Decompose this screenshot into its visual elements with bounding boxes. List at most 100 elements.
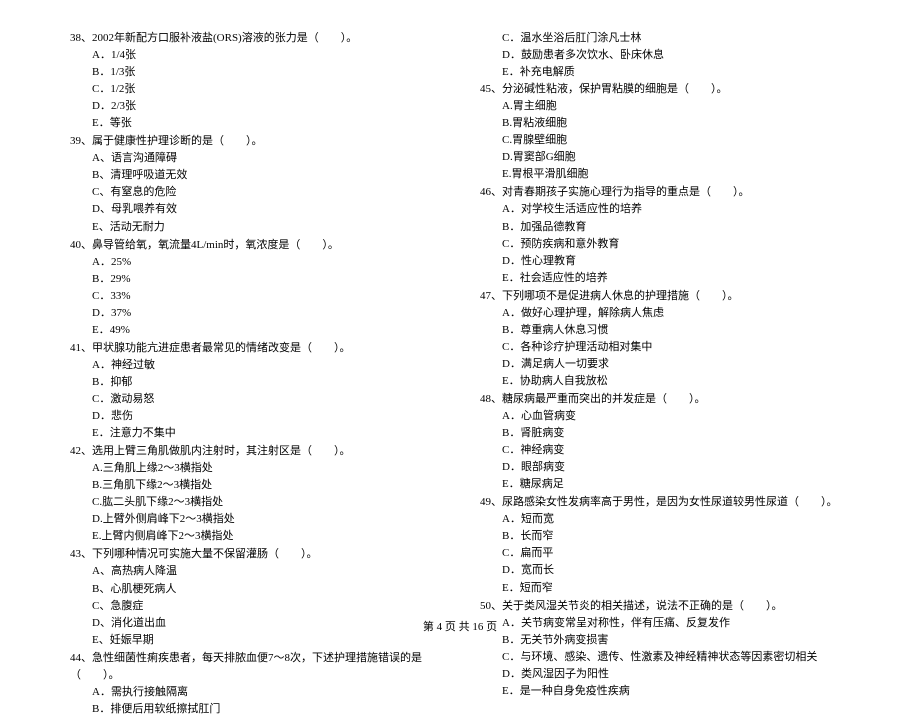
- page-container: 38、2002年新配方口服补液盐(ORS)溶液的张力是（ ）。 A．1/4张 B…: [70, 30, 850, 610]
- option: B．29%: [92, 271, 440, 288]
- q-text: 38、2002年新配方口服补液盐(ORS)溶液的张力是（ ）。: [70, 32, 357, 44]
- question-block: 45、分泌碱性粘液，保护胃粘膜的细胞是（ ）。 A.胃主细胞 B.胃粘液细胞 C…: [480, 81, 850, 183]
- option: D.胃窦部G细胞: [502, 149, 850, 166]
- q-text: 44、急性细菌性痢疾患者，每天排脓血便7～8次，下述护理措施错误的是（ ）。: [70, 652, 422, 681]
- options: A.三角肌上缘2～3横指处 B.三角肌下缘2～3横指处 C.肱二头肌下缘2～3横…: [92, 460, 440, 545]
- options: A．心血管病变 B．肾脏病变 C．神经病变 D．眼部病变 E．糖尿病足: [502, 408, 850, 493]
- question-block: 47、下列哪项不是促进病人休息的护理措施（ ）。 A．做好心理护理，解除病人焦虑…: [480, 288, 850, 390]
- option: D．宽而长: [502, 562, 850, 579]
- option: C．预防疾病和意外教育: [502, 236, 850, 253]
- option: C．与环境、感染、遗传、性激素及神经精神状态等因素密切相关: [502, 649, 850, 666]
- question-block: 40、鼻导管给氧，氧流量4L/min时，氧浓度是（ ）。 A．25% B．29%…: [70, 237, 440, 339]
- options: A、语言沟通障碍 B、清理呼吸道无效 C、有窒息的危险 D、母乳喂养有效 E、活…: [92, 150, 440, 235]
- options: A．1/4张 B．1/3张 C．1/2张 D．2/3张 E．等张: [92, 47, 440, 132]
- option: C、有窒息的危险: [92, 184, 440, 201]
- option: B.三角肌下缘2～3横指处: [92, 477, 440, 494]
- right-column: C．温水坐浴后肛门涂凡士林 D．鼓励患者多次饮水、卧床休息 E．补充电解质 45…: [480, 30, 850, 610]
- option: B．肾脏病变: [502, 425, 850, 442]
- option: A．神经过敏: [92, 357, 440, 374]
- question-block: 42、选用上臂三角肌做肌内注射时，其注射区是（ ）。 A.三角肌上缘2～3横指处…: [70, 443, 440, 545]
- option: E．补充电解质: [502, 64, 850, 81]
- options: A、高热病人降温 B、心肌梗死病人 C、急腹症 D、消化道出血 E、妊娠早期: [92, 563, 440, 648]
- question-block: 48、糖尿病最严重而突出的并发症是（ ）。 A．心血管病变 B．肾脏病变 C．神…: [480, 391, 850, 493]
- q-text: 46、对青春期孩子实施心理行为指导的重点是（ ）。: [480, 186, 750, 198]
- options: A．短而宽 B．长而窄 C．扁而平 D．宽而长 E．短而窄: [502, 511, 850, 596]
- option: E、活动无耐力: [92, 219, 440, 236]
- options-continued: C．温水坐浴后肛门涂凡士林 D．鼓励患者多次饮水、卧床休息 E．补充电解质: [502, 30, 850, 81]
- option: E．是一种自身免疫性疾病: [502, 683, 850, 700]
- option: B．尊重病人休息习惯: [502, 322, 850, 339]
- option: B．长而窄: [502, 528, 850, 545]
- option: D.上臂外侧肩峰下2～3横指处: [92, 511, 440, 528]
- options: A．神经过敏 B．抑郁 C．激动易怒 D．悲伤 E．注意力不集中: [92, 357, 440, 442]
- option: C．1/2张: [92, 81, 440, 98]
- option: C．温水坐浴后肛门涂凡士林: [502, 30, 850, 47]
- option: A．1/4张: [92, 47, 440, 64]
- options: A．需执行接触隔离 B．排便后用软纸擦拭肛门: [92, 684, 440, 718]
- q-text: 40、鼻导管给氧，氧流量4L/min时，氧浓度是（ ）。: [70, 239, 339, 251]
- option: B.胃粘液细胞: [502, 115, 850, 132]
- q-text: 39、属于健康性护理诊断的是（ ）。: [70, 135, 263, 147]
- option: A．心血管病变: [502, 408, 850, 425]
- option: A．对学校生活适应性的培养: [502, 201, 850, 218]
- question-block: 41、甲状腺功能亢进症患者最常见的情绪改变是（ ）。 A．神经过敏 B．抑郁 C…: [70, 340, 440, 442]
- option: E．等张: [92, 115, 440, 132]
- q-text: 47、下列哪项不是促进病人休息的护理措施（ ）。: [480, 290, 739, 302]
- option: A．关节病变常呈对称性，伴有压痛、反复发作: [502, 615, 850, 632]
- option: E．短而窄: [502, 580, 850, 597]
- option: D．眼部病变: [502, 459, 850, 476]
- option: B、清理呼吸道无效: [92, 167, 440, 184]
- option: E.胃根平滑肌细胞: [502, 166, 850, 183]
- option: C、急腹症: [92, 598, 440, 615]
- question-block: 39、属于健康性护理诊断的是（ ）。 A、语言沟通障碍 B、清理呼吸道无效 C、…: [70, 133, 440, 235]
- option: B．排便后用软纸擦拭肛门: [92, 701, 440, 718]
- option: D．类风湿因子为阳性: [502, 666, 850, 683]
- option: A、语言沟通障碍: [92, 150, 440, 167]
- option: E．协助病人自我放松: [502, 373, 850, 390]
- options: A．25% B．29% C．33% D．37% E．49%: [92, 254, 440, 339]
- option: C．神经病变: [502, 442, 850, 459]
- options: A．关节病变常呈对称性，伴有压痛、反复发作 B．无关节外病变损害 C．与环境、感…: [502, 615, 850, 700]
- option: D．37%: [92, 305, 440, 322]
- option: C.胃腺壁细胞: [502, 132, 850, 149]
- question-block: 38、2002年新配方口服补液盐(ORS)溶液的张力是（ ）。 A．1/4张 B…: [70, 30, 440, 132]
- question-block: 49、尿路感染女性发病率高于男性，是因为女性尿道较男性尿道（ ）。 A．短而宽 …: [480, 494, 850, 596]
- q-text: 43、下列哪种情况可实施大量不保留灌肠（ ）。: [70, 548, 318, 560]
- option: B．加强品德教育: [502, 219, 850, 236]
- option: D．性心理教育: [502, 253, 850, 270]
- option: E.上臂内侧肩峰下2～3横指处: [92, 528, 440, 545]
- option: E、妊娠早期: [92, 632, 440, 649]
- options: A.胃主细胞 B.胃粘液细胞 C.胃腺壁细胞 D.胃窦部G细胞 E.胃根平滑肌细…: [502, 98, 850, 183]
- option: A．25%: [92, 254, 440, 271]
- option: C.肱二头肌下缘2～3横指处: [92, 494, 440, 511]
- q-text: 49、尿路感染女性发病率高于男性，是因为女性尿道较男性尿道（ ）。: [480, 496, 838, 508]
- option: D、消化道出血: [92, 615, 440, 632]
- option: D．悲伤: [92, 408, 440, 425]
- option: A．做好心理护理，解除病人焦虑: [502, 305, 850, 322]
- question-block: 44、急性细菌性痢疾患者，每天排脓血便7～8次，下述护理措施错误的是（ ）。 A…: [70, 650, 440, 718]
- option: A．短而宽: [502, 511, 850, 528]
- option: D．满足病人一切要求: [502, 356, 850, 373]
- options: A．对学校生活适应性的培养 B．加强品德教育 C．预防疾病和意外教育 D．性心理…: [502, 201, 850, 286]
- question-block: 43、下列哪种情况可实施大量不保留灌肠（ ）。 A、高热病人降温 B、心肌梗死病…: [70, 546, 440, 648]
- option: C．扁而平: [502, 545, 850, 562]
- question-block: 46、对青春期孩子实施心理行为指导的重点是（ ）。 A．对学校生活适应性的培养 …: [480, 184, 850, 286]
- option: D、母乳喂养有效: [92, 201, 440, 218]
- q-text: 42、选用上臂三角肌做肌内注射时，其注射区是（ ）。: [70, 445, 351, 457]
- option: B．抑郁: [92, 374, 440, 391]
- option: D．鼓励患者多次饮水、卧床休息: [502, 47, 850, 64]
- left-column: 38、2002年新配方口服补液盐(ORS)溶液的张力是（ ）。 A．1/4张 B…: [70, 30, 440, 610]
- option: A．需执行接触隔离: [92, 684, 440, 701]
- options: A．做好心理护理，解除病人焦虑 B．尊重病人休息习惯 C．各种诊疗护理活动相对集…: [502, 305, 850, 390]
- option: C．激动易怒: [92, 391, 440, 408]
- option: A.胃主细胞: [502, 98, 850, 115]
- option: C．33%: [92, 288, 440, 305]
- option: E．社会适应性的培养: [502, 270, 850, 287]
- option: E．49%: [92, 322, 440, 339]
- option: E．注意力不集中: [92, 425, 440, 442]
- option: D．2/3张: [92, 98, 440, 115]
- option: B．无关节外病变损害: [502, 632, 850, 649]
- option: C．各种诊疗护理活动相对集中: [502, 339, 850, 356]
- q-text: 50、关于类风湿关节炎的相关描述，说法不正确的是（ ）。: [480, 600, 783, 612]
- q-text: 45、分泌碱性粘液，保护胃粘膜的细胞是（ ）。: [480, 83, 728, 95]
